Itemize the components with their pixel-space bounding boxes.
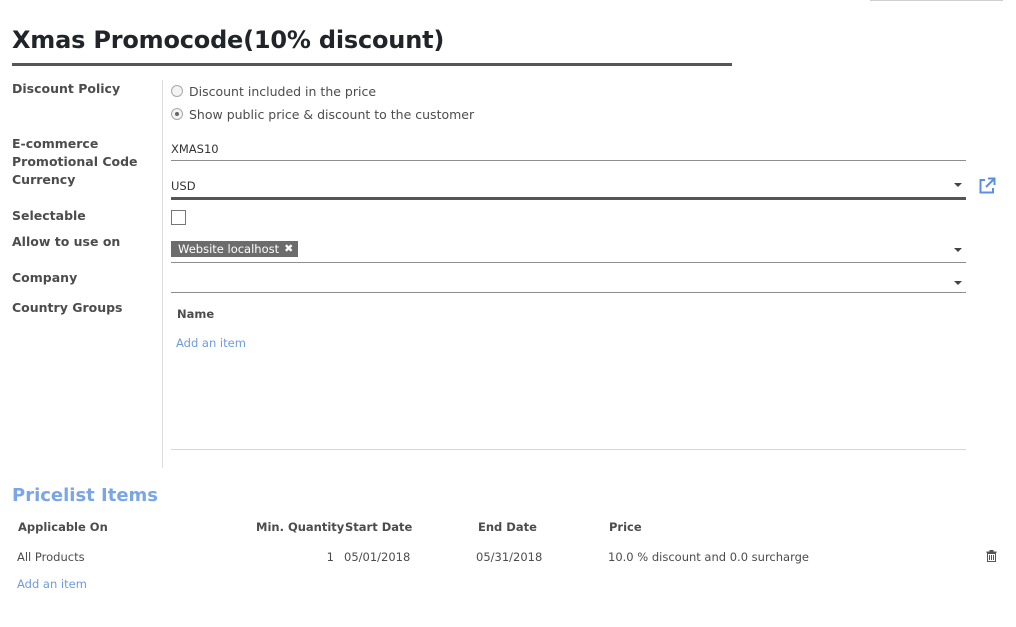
pricelist-items-title: Pricelist Items (12, 485, 159, 506)
label-promo-code-line2: Promotional Code (12, 154, 138, 169)
radio-button-unchecked[interactable] (171, 85, 183, 97)
tag-label: Website localhost (178, 242, 280, 256)
trash-icon[interactable] (986, 550, 997, 562)
radio-show-public-price[interactable]: Show public price & discount to the cust… (171, 105, 474, 123)
column-header-applicable-on[interactable]: Applicable On (18, 520, 108, 534)
company-underline (171, 292, 966, 293)
currency-select[interactable]: USD (171, 179, 196, 193)
website-tag: Website localhost ✖ (171, 241, 299, 257)
column-header-end-date[interactable]: End Date (478, 520, 537, 534)
label-promo-code-line1: E-commerce (12, 136, 99, 151)
cell-applicable-on: All Products (17, 550, 85, 564)
label-column-divider (162, 80, 163, 468)
top-edge-divider (870, 0, 1003, 1)
country-groups-add-item-link[interactable]: Add an item (176, 336, 246, 350)
promo-code-input[interactable]: XMAS10 (171, 142, 219, 156)
radio-button-checked[interactable] (171, 108, 183, 120)
radio-label: Show public price & discount to the cust… (189, 106, 475, 122)
label-selectable: Selectable (12, 208, 86, 223)
promo-code-underline (171, 160, 966, 161)
label-allow-to-use-on: Allow to use on (12, 234, 121, 249)
column-header-price[interactable]: Price (609, 520, 642, 534)
label-currency: Currency (12, 172, 76, 187)
radio-discount-included[interactable]: Discount included in the price (171, 82, 376, 100)
selectable-checkbox[interactable] (171, 210, 186, 225)
cell-min-quantity: 1 (326, 550, 334, 564)
caret-down-icon[interactable] (954, 248, 962, 252)
country-groups-list-bottom (171, 449, 966, 450)
tag-remove-icon[interactable]: ✖ (284, 241, 293, 257)
cell-start-date: 05/01/2018 (344, 550, 411, 564)
radio-label: Discount included in the price (189, 83, 377, 99)
label-company: Company (12, 270, 78, 285)
page-title[interactable]: Xmas Promocode(10% discount) (12, 26, 444, 54)
pricelist-add-item-link[interactable]: Add an item (17, 577, 87, 591)
label-discount-policy: Discount Policy (12, 81, 121, 96)
column-header-min-quantity[interactable]: Min. Quantity (256, 520, 344, 534)
allow-to-use-on-underline (171, 262, 966, 263)
currency-underline (171, 197, 966, 200)
caret-down-icon[interactable] (954, 281, 962, 285)
country-groups-name-header[interactable]: Name (177, 307, 214, 321)
company-select[interactable] (171, 273, 951, 287)
label-country-groups: Country Groups (12, 300, 123, 315)
column-header-start-date[interactable]: Start Date (345, 520, 412, 534)
cell-price: 10.0 % discount and 0.0 surcharge (608, 550, 809, 564)
title-underline (12, 63, 732, 66)
cell-end-date: 05/31/2018 (476, 550, 543, 564)
caret-down-icon[interactable] (954, 183, 962, 187)
external-link-icon[interactable] (977, 176, 997, 196)
